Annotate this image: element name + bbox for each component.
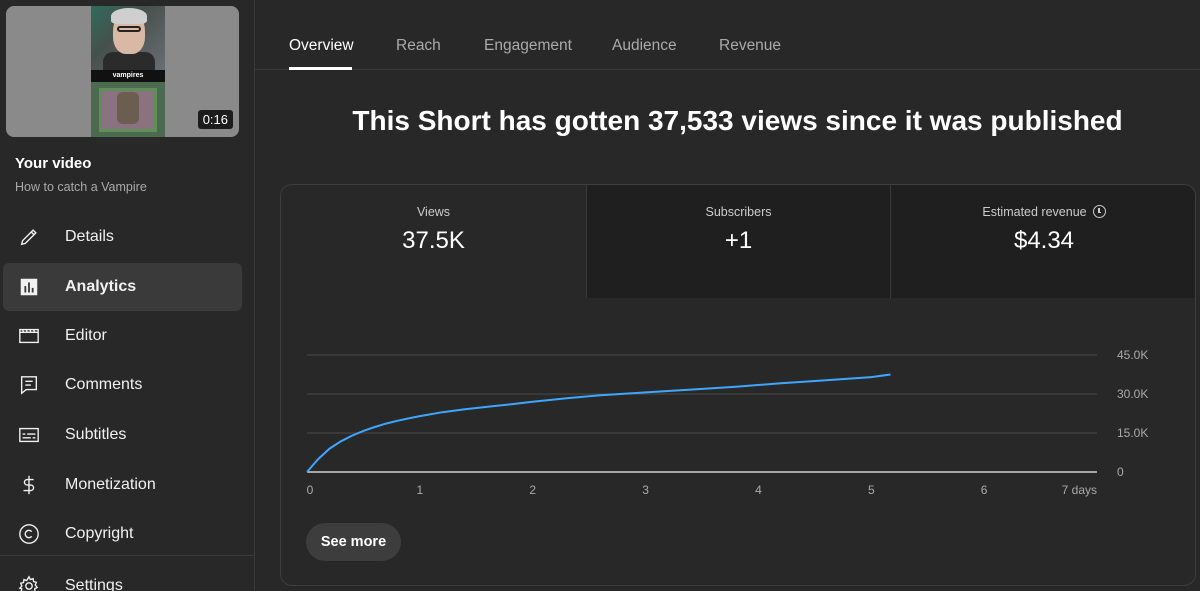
- sidebar-item-label: Comments: [65, 376, 143, 393]
- clapperboard-icon: [17, 324, 41, 348]
- sidebar-item-editor[interactable]: Editor: [3, 312, 242, 360]
- active-tab-indicator: [289, 67, 352, 70]
- x-tick-label: 1: [417, 483, 424, 497]
- tab-engagement[interactable]: Engagement: [484, 37, 572, 55]
- thumbnail-shirt: [103, 52, 155, 70]
- sidebar-item-label: Details: [65, 228, 114, 245]
- tab-overview[interactable]: Overview: [289, 37, 354, 55]
- tab-revenue[interactable]: Revenue: [719, 37, 781, 55]
- dollar-icon: [17, 473, 41, 497]
- thumbnail-frame: vampires: [91, 6, 165, 137]
- page-headline: This Short has gotten 37,533 views since…: [352, 105, 1123, 136]
- metric-value: $4.34: [1013, 227, 1075, 254]
- x-tick-label: 6: [981, 483, 988, 497]
- metric-label: Subscribers: [705, 205, 772, 219]
- sidebar-item-monetization[interactable]: Monetization: [3, 461, 242, 509]
- metric-value: +1: [724, 227, 753, 254]
- y-tick-label: 30.0K: [1117, 387, 1148, 401]
- video-thumbnail[interactable]: vampires 0:16: [6, 6, 239, 137]
- views-series-line: [306, 373, 891, 473]
- sidebar-item-label: Analytics: [65, 278, 137, 295]
- x-tick-label: 0: [307, 483, 314, 497]
- copyright-icon: [17, 522, 41, 546]
- x-tick-label: 7 days: [1062, 483, 1097, 497]
- clock-icon: [1092, 205, 1106, 218]
- subtitles-icon: [17, 423, 41, 447]
- thumbnail-caption: vampires: [91, 70, 165, 82]
- video-title: How to catch a Vampire: [15, 180, 147, 194]
- sidebar-item-label: Editor: [65, 327, 107, 344]
- sidebar-item-copyright[interactable]: Copyright: [3, 510, 242, 558]
- sidebar-item-comments[interactable]: Comments: [3, 361, 242, 409]
- y-tick-label: 45.0K: [1117, 348, 1148, 362]
- video-duration: 0:16: [197, 110, 233, 129]
- y-tick-label: 15.0K: [1117, 426, 1148, 440]
- thumbnail-character: [117, 92, 139, 124]
- metric-label-row: Estimated revenue: [891, 205, 1195, 219]
- sidebar-item-label: Copyright: [65, 525, 134, 542]
- x-tick-label: 3: [642, 483, 649, 497]
- views-chart: 0 15.0K 30.0K 45.0K 0 1 2 3 4 5 6 7 days: [306, 348, 1148, 497]
- thumbnail-webcam: [91, 6, 165, 70]
- tab-reach[interactable]: Reach: [396, 37, 441, 55]
- sidebar-item-analytics[interactable]: Analytics: [3, 263, 242, 311]
- x-tick-label: 2: [529, 483, 536, 497]
- thumbnail-game-scene: [91, 82, 165, 137]
- sidebar-item-settings[interactable]: Settings: [3, 562, 242, 591]
- metric-value: 37.5K: [402, 227, 465, 254]
- metric-label: Views: [416, 205, 451, 219]
- metric-label: Estimated revenue: [982, 205, 1087, 219]
- comments-icon: [17, 373, 41, 397]
- sidebar-item-subtitles[interactable]: Subtitles: [3, 411, 242, 459]
- thumbnail-hair: [111, 8, 147, 24]
- sidebar-item-details[interactable]: Details: [3, 213, 242, 261]
- sidebar-item-label: Subtitles: [65, 426, 127, 443]
- analytics-tabs: Overview Reach Engagement Audience Reven…: [255, 0, 1200, 70]
- thumbnail-glasses: [117, 26, 141, 32]
- metric-views[interactable]: Views 37.5K: [281, 185, 586, 298]
- y-tick-label: 0: [1117, 465, 1124, 479]
- analytics-icon: [17, 275, 41, 299]
- your-video-label: Your video: [15, 155, 92, 172]
- overview-card: Views 37.5K Subscribers +1 Estimated rev…: [280, 184, 1196, 586]
- sidebar: vampires 0:16 Your video How to catch a …: [0, 0, 255, 591]
- pencil-icon: [17, 225, 41, 249]
- see-more-button[interactable]: See more: [306, 523, 401, 561]
- metric-estimated-revenue[interactable]: Estimated revenue $4.34: [890, 185, 1195, 298]
- sidebar-item-label: Settings: [65, 577, 123, 591]
- metric-subscribers[interactable]: Subscribers +1: [586, 185, 890, 298]
- sidebar-divider: [0, 555, 255, 556]
- x-tick-label: 5: [868, 483, 875, 497]
- sidebar-item-label: Monetization: [65, 476, 156, 493]
- gear-icon: [17, 574, 41, 591]
- tab-audience[interactable]: Audience: [612, 37, 677, 55]
- x-tick-label: 4: [755, 483, 762, 497]
